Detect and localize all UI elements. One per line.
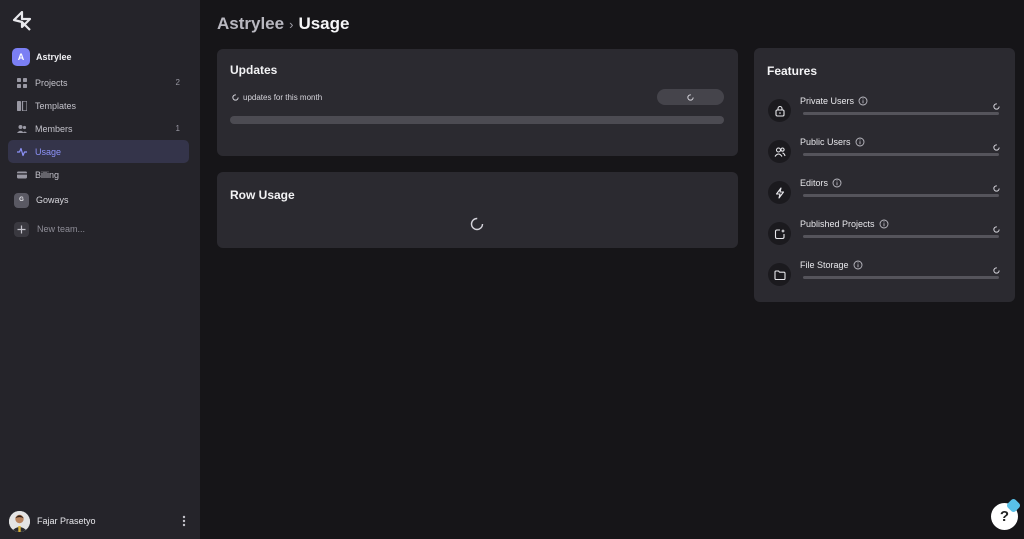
info-icon[interactable] xyxy=(832,178,842,188)
updates-progress-bar xyxy=(230,116,724,124)
feature-usage-bar xyxy=(803,235,999,238)
more-vertical-icon[interactable] xyxy=(179,514,189,528)
help-label: ? xyxy=(999,508,1010,525)
updates-card: Updates updates for this month xyxy=(217,49,738,156)
lock-icon xyxy=(768,99,791,122)
plus-icon xyxy=(14,221,29,237)
folder-icon xyxy=(768,263,791,286)
feature-editors: Editors xyxy=(768,177,1000,205)
loading-spinner-icon xyxy=(232,88,239,106)
page-title: Usage xyxy=(298,14,350,33)
info-icon[interactable] xyxy=(858,96,868,106)
feature-file-storage: File Storage xyxy=(768,259,1000,287)
feature-usage-bar xyxy=(803,153,999,156)
team-avatar: A xyxy=(12,48,30,66)
feature-usage-bar xyxy=(803,112,999,115)
sidebar-item-usage[interactable]: Usage xyxy=(8,140,189,163)
row-usage-title: Row Usage xyxy=(230,188,295,202)
feature-usage-bar xyxy=(803,194,999,197)
breadcrumb-separator: › xyxy=(289,16,294,32)
sidebar-item-label: Projects xyxy=(35,77,68,88)
features-card: Features Private Users Public Users Edit… xyxy=(754,48,1015,302)
workspace-name: Goways xyxy=(36,195,69,205)
projects-count: 2 xyxy=(175,78,180,87)
user-profile[interactable]: Fajar Prasetyo xyxy=(9,510,189,532)
sidebar-nav: Projects 2 Templates Members 1 Usage Bil… xyxy=(8,71,189,186)
loading-spinner-icon xyxy=(687,88,694,106)
grid-icon xyxy=(17,77,27,88)
sidebar-item-templates[interactable]: Templates xyxy=(8,94,189,117)
users-icon xyxy=(768,140,791,163)
features-title: Features xyxy=(767,64,818,78)
breadcrumb-parent[interactable]: Astrylee xyxy=(217,14,284,34)
avatar xyxy=(9,510,30,532)
members-icon xyxy=(17,124,27,134)
sidebar-item-label: Templates xyxy=(35,100,77,111)
team-switcher[interactable]: A Astrylee xyxy=(12,48,72,66)
feature-label: Published Projects xyxy=(800,219,875,229)
billing-icon xyxy=(17,170,27,180)
feature-private-users: Private Users xyxy=(768,95,1000,123)
info-icon[interactable] xyxy=(879,219,889,229)
sidebar-item-members[interactable]: Members 1 xyxy=(8,117,189,140)
bolt-icon xyxy=(768,181,791,204)
updates-title: Updates xyxy=(230,63,278,77)
feature-label: Public Users xyxy=(800,137,851,147)
sidebar-item-label: Usage xyxy=(35,146,62,157)
loading-spinner-icon xyxy=(470,217,484,236)
members-count: 1 xyxy=(175,124,180,133)
templates-icon xyxy=(17,100,27,111)
team-name: Astrylee xyxy=(36,52,72,62)
user-name: Fajar Prasetyo xyxy=(37,516,96,526)
feature-label: File Storage xyxy=(800,260,849,270)
new-team-button[interactable]: New team... xyxy=(14,221,85,237)
updates-count-pill xyxy=(657,89,724,105)
feature-label: Editors xyxy=(800,178,829,188)
workspace-goways[interactable]: G Goways xyxy=(14,192,69,208)
updates-subtitle: updates for this month xyxy=(243,92,323,102)
sidebar-item-billing[interactable]: Billing xyxy=(8,163,189,186)
feature-public-users: Public Users xyxy=(768,136,1000,164)
workspace-avatar: G xyxy=(14,192,29,208)
info-icon[interactable] xyxy=(855,137,865,147)
sidebar: A Astrylee Projects 2 Templates Members … xyxy=(0,0,200,539)
feature-usage-bar xyxy=(803,276,999,279)
info-icon[interactable] xyxy=(853,260,863,270)
feature-label: Private Users xyxy=(800,96,855,106)
sidebar-item-label: Billing xyxy=(35,169,60,180)
sidebar-item-projects[interactable]: Projects 2 xyxy=(8,71,189,94)
app-logo-icon[interactable] xyxy=(12,10,32,31)
publish-icon xyxy=(768,222,791,245)
updates-line: updates for this month xyxy=(232,92,322,102)
row-usage-card: Row Usage xyxy=(217,172,738,248)
activity-icon xyxy=(17,147,27,157)
feature-published-projects: Published Projects xyxy=(768,218,1000,246)
breadcrumb: Astrylee › Usage xyxy=(217,13,349,35)
sidebar-item-label: Members xyxy=(35,123,73,134)
new-team-label: New team... xyxy=(37,224,86,234)
